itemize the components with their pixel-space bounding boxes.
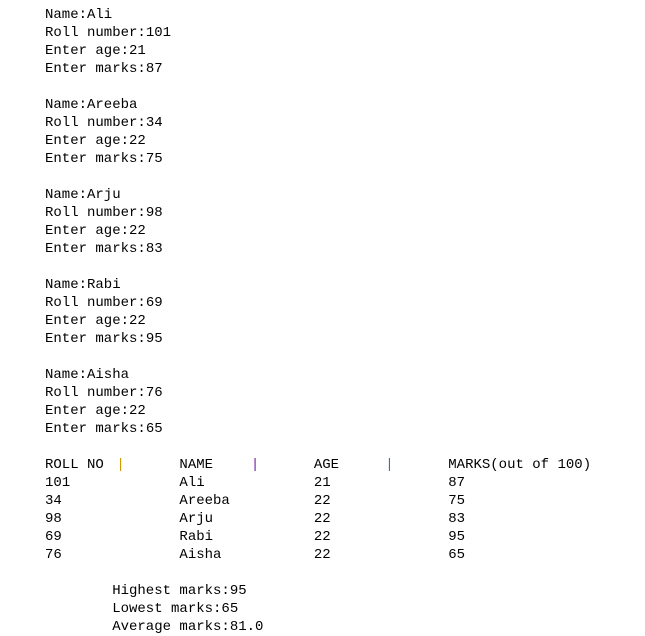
input-name-line: Name:Aisha xyxy=(45,367,130,383)
header-name: NAME xyxy=(179,457,214,473)
input-name-line: Name:Ali xyxy=(45,7,113,23)
cell-name: Rabi xyxy=(179,529,214,545)
input-age-line: Enter age:22 xyxy=(45,133,146,149)
input-roll-line: Roll number:98 xyxy=(45,205,163,221)
table-header: ROLL NO NAME AGE MARKS(out of 100) | | | xyxy=(45,456,591,474)
cell-roll-no: 101 xyxy=(45,475,71,491)
summary-average: Average marks:81.0 xyxy=(112,619,264,635)
header-age: AGE xyxy=(313,457,340,473)
input-marks-line: Enter marks:75 xyxy=(45,151,163,167)
console-output: Name:Ali Roll number:101 Enter age:21 Enter… xyxy=(45,6,591,636)
input-age-line: Enter age:21 xyxy=(45,43,146,59)
input-marks-line: Enter marks:95 xyxy=(45,331,163,347)
cell-roll-no: 69 xyxy=(45,529,62,545)
input-marks-line: Enter marks:65 xyxy=(45,421,163,437)
cell-age: 22 xyxy=(313,529,331,545)
cell-roll-no: 34 xyxy=(45,493,62,509)
input-name-line: Name:Areeba xyxy=(45,97,138,113)
cell-age: 22 xyxy=(313,547,331,563)
cell-marks: 75 xyxy=(448,493,466,509)
input-roll-line: Roll number:69 xyxy=(45,295,163,311)
cell-age: 21 xyxy=(313,475,331,491)
table-row: 69 Rabi 22 95 xyxy=(45,528,465,546)
input-marks-line: Enter marks:87 xyxy=(45,61,163,77)
cell-age: 22 xyxy=(313,511,331,527)
summary-highest: Highest marks:95 xyxy=(112,583,247,599)
table-row: 101 Ali 21 87 xyxy=(45,474,465,492)
table-row: 34 Areeba 22 75 xyxy=(45,492,465,510)
cell-marks: 65 xyxy=(448,547,466,563)
cell-marks: 95 xyxy=(448,529,466,545)
cell-name: Ali xyxy=(179,475,205,491)
cell-name: Arju xyxy=(179,511,214,527)
input-age-line: Enter age:22 xyxy=(45,223,146,239)
cell-marks: 87 xyxy=(448,475,466,491)
input-name-line: Name:Arju xyxy=(45,187,121,203)
cell-roll-no: 76 xyxy=(45,547,62,563)
input-roll-line: Roll number:76 xyxy=(45,385,163,401)
column-separator: | xyxy=(385,457,394,473)
summary-lowest: Lowest marks:65 xyxy=(112,601,239,617)
header-roll-no: ROLL NO xyxy=(45,457,104,473)
table-row: 98 Arju 22 83 xyxy=(45,510,465,528)
input-name-line: Name:Rabi xyxy=(45,277,121,293)
input-marks-line: Enter marks:83 xyxy=(45,241,163,257)
header-marks: MARKS(out of 100) xyxy=(448,457,592,473)
cell-name: Areeba xyxy=(179,493,230,509)
input-roll-line: Roll number:34 xyxy=(45,115,163,131)
column-separator: | xyxy=(250,457,260,473)
input-age-line: Enter age:22 xyxy=(45,403,146,419)
cell-roll-no: 98 xyxy=(45,511,62,527)
table-row: 76 Aisha 22 65 xyxy=(45,546,465,564)
column-separator: | xyxy=(116,457,125,473)
input-age-line: Enter age:22 xyxy=(45,313,146,329)
cell-age: 22 xyxy=(313,493,331,509)
cell-name: Aisha xyxy=(179,547,222,563)
cell-marks: 83 xyxy=(448,511,466,527)
input-roll-line: Roll number:101 xyxy=(45,25,172,41)
